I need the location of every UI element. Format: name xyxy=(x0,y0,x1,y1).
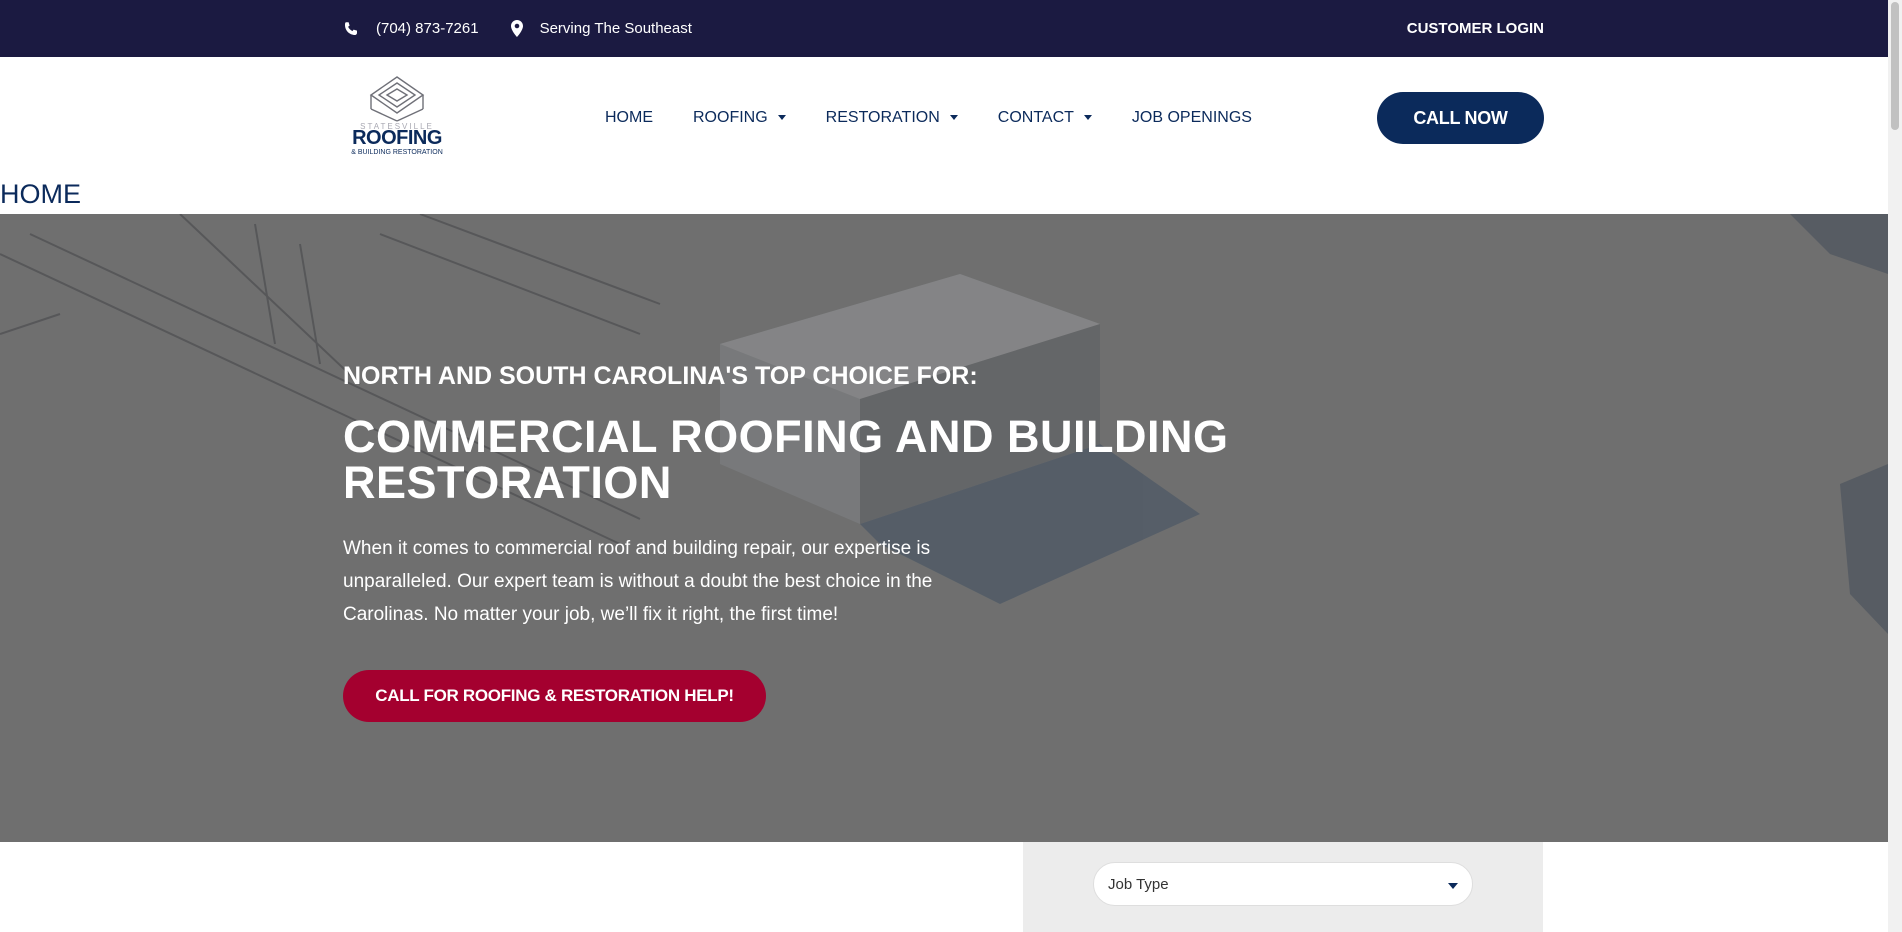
top-bar: (704) 873-7261 Serving The Southeast CUS… xyxy=(0,0,1888,57)
logo-line-roofing: ROOFING xyxy=(352,127,442,149)
quote-form-panel: Job Type xyxy=(1023,842,1543,932)
nav-item-restoration[interactable]: RESTORATION xyxy=(826,109,958,127)
site-header: STATESVILLE ROOFING & BUILDING RESTORATI… xyxy=(0,57,1888,178)
main-nav: HOME ROOFING RESTORATION CONTACT JOB OPE… xyxy=(605,57,1292,178)
service-area: Serving The Southeast xyxy=(510,20,692,37)
caret-down-icon xyxy=(949,115,958,120)
call-now-button[interactable]: CALL NOW xyxy=(1377,92,1544,144)
nav-item-roofing[interactable]: ROOFING xyxy=(693,109,786,127)
page-title: HOME xyxy=(0,179,81,209)
job-type-select[interactable]: Job Type xyxy=(1093,862,1473,906)
customer-login-link[interactable]: CUSTOMER LOGIN xyxy=(1407,0,1544,57)
top-bar-contact: (704) 873-7261 Serving The Southeast xyxy=(343,0,724,57)
job-type-selected-value: Job Type xyxy=(1108,875,1169,893)
nav-item-home[interactable]: HOME xyxy=(605,109,653,127)
service-area-text: Serving The Southeast xyxy=(539,20,692,37)
nav-item-label: RESTORATION xyxy=(825,108,940,126)
hero-section: NORTH AND SOUTH CAROLINA'S TOP CHOICE FO… xyxy=(0,214,1888,842)
phone-link[interactable]: (704) 873-7261 xyxy=(343,20,479,37)
hero-eyebrow: NORTH AND SOUTH CAROLINA'S TOP CHOICE FO… xyxy=(343,362,978,390)
phone-icon xyxy=(345,21,357,35)
nav-item-job-openings[interactable]: JOB OPENINGS xyxy=(1132,109,1252,127)
hero-background-image xyxy=(0,214,1888,842)
hero-headline: COMMERCIAL ROOFING AND BUILDING RESTORAT… xyxy=(343,411,1229,508)
caret-down-icon xyxy=(1083,115,1092,120)
nav-item-label: HOME xyxy=(605,108,653,126)
caret-down-icon xyxy=(777,115,786,120)
chevron-down-icon xyxy=(1448,883,1458,889)
phone-number: (704) 873-7261 xyxy=(376,20,479,37)
nav-item-label: ROOFING xyxy=(693,108,768,126)
nav-item-label: JOB OPENINGS xyxy=(1131,108,1252,126)
logo-line-restoration: & BUILDING RESTORATION xyxy=(351,149,443,156)
scrollbar-thumb[interactable] xyxy=(1891,2,1899,130)
page-scrollbar[interactable] xyxy=(1888,0,1902,932)
call-for-help-button[interactable]: CALL FOR ROOFING & RESTORATION HELP! xyxy=(343,670,766,722)
site-logo[interactable]: STATESVILLE ROOFING & BUILDING RESTORATI… xyxy=(343,75,451,159)
page-title-strip xyxy=(0,178,1888,214)
nav-item-contact[interactable]: CONTACT xyxy=(998,109,1092,127)
hero-description: When it comes to commercial roof and bui… xyxy=(343,538,933,625)
nav-item-label: CONTACT xyxy=(997,108,1074,126)
map-marker-icon xyxy=(510,20,523,37)
logo-roof-mark xyxy=(369,76,425,122)
